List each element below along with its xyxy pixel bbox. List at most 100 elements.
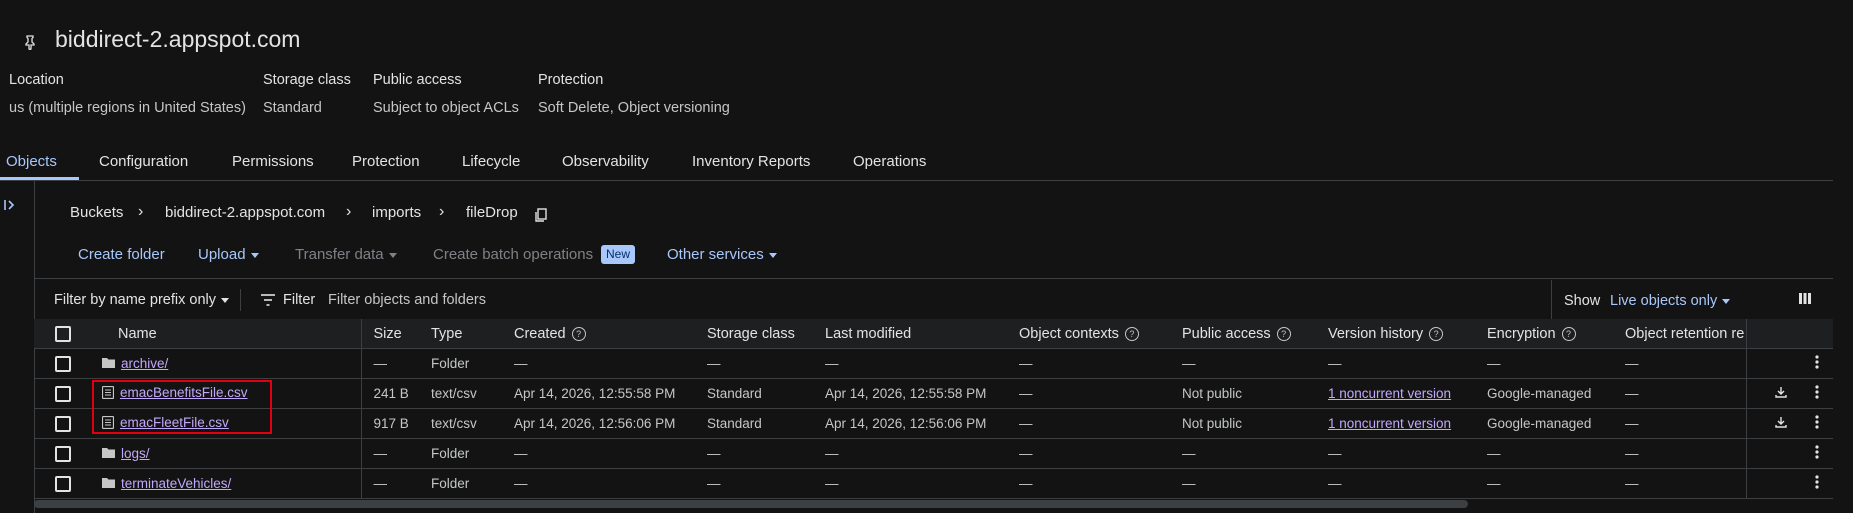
tab-configuration[interactable]: Configuration <box>99 153 188 170</box>
meta-value: Soft Delete, Object versioning <box>538 100 730 116</box>
type-cell: text/csv <box>429 408 512 439</box>
type-cell: text/csv <box>429 378 512 409</box>
chevron-right-icon: › <box>346 203 352 220</box>
filter-icon[interactable] <box>260 293 276 307</box>
object-contexts-cell: — <box>1017 438 1180 469</box>
copy-icon[interactable] <box>534 208 548 223</box>
column-display-icon[interactable] <box>1798 292 1812 305</box>
transfer-data-button[interactable]: Transfer data <box>295 246 397 263</box>
row-checkbox[interactable] <box>55 445 71 462</box>
filter-prefix-dropdown[interactable]: Filter by name prefix only <box>54 292 229 308</box>
help-icon[interactable]: ? <box>1276 326 1291 341</box>
row-checkbox[interactable] <box>55 355 71 372</box>
col-header-object-contexts[interactable]: Object contexts? <box>1017 319 1180 349</box>
create-folder-button[interactable]: Create folder <box>78 246 165 263</box>
object-contexts-cell: — <box>1017 468 1180 499</box>
show-dropdown[interactable]: Live objects only <box>1610 293 1731 309</box>
tab-operations[interactable]: Operations <box>853 153 926 170</box>
other-services-button[interactable]: Other services <box>667 246 777 263</box>
more-options-icon[interactable] <box>1815 355 1819 372</box>
object-name-link[interactable]: archive/ <box>121 356 168 371</box>
download-icon[interactable] <box>1775 416 1787 431</box>
col-header-type[interactable]: Type <box>429 319 512 349</box>
actions-cell <box>1745 438 1833 469</box>
last-modified-cell: Apr 14, 2026, 12:56:06 PM <box>823 408 1017 439</box>
tab-protection[interactable]: Protection <box>352 153 420 170</box>
object-contexts-cell: — <box>1017 378 1180 409</box>
pin-icon[interactable] <box>22 34 38 50</box>
col-header-version-history-label: Version history <box>1328 325 1424 342</box>
expand-panel-icon[interactable] <box>3 198 17 212</box>
upload-label: Upload <box>198 246 246 263</box>
col-header-last-modified[interactable]: Last modified <box>823 319 1017 349</box>
tab-objects[interactable]: Objects <box>6 153 57 170</box>
col-header-retention[interactable]: Object retention re <box>1623 319 1746 349</box>
table-row[interactable]: terminateVehicles/— Folder — — — — — — — — <box>34 468 1833 499</box>
help-icon[interactable]: ? <box>1429 326 1444 341</box>
type-cell: Folder <box>429 468 512 499</box>
tab-lifecycle[interactable]: Lifecycle <box>462 153 520 170</box>
filter-input[interactable] <box>326 287 730 313</box>
tab-observability[interactable]: Observability <box>562 153 649 170</box>
tab-permissions[interactable]: Permissions <box>232 153 314 170</box>
caret-down-icon <box>768 252 777 258</box>
folder-icon <box>102 476 115 491</box>
col-header-version-history[interactable]: Version history? <box>1326 319 1485 349</box>
chevron-right-icon: › <box>439 203 445 220</box>
col-header-storage-class[interactable]: Storage class <box>705 319 823 349</box>
more-options-icon[interactable] <box>1815 415 1819 432</box>
filter-bar: Filter by name prefix only Filter Show L… <box>34 278 1833 321</box>
object-name-link[interactable]: logs/ <box>121 446 150 461</box>
version-history-link[interactable]: 1 noncurrent version <box>1328 416 1451 431</box>
breadcrumb-imports[interactable]: imports <box>372 204 421 221</box>
create-batch-operations-button[interactable]: Create batch operations <box>433 246 593 263</box>
row-checkbox[interactable] <box>55 415 71 432</box>
row-checkbox[interactable] <box>55 385 71 402</box>
breadcrumb-buckets[interactable]: Buckets <box>70 204 123 221</box>
col-header-name[interactable]: Name <box>88 319 361 349</box>
col-header-encryption-label: Encryption <box>1487 325 1556 342</box>
row-select-cell <box>34 438 88 469</box>
public-access-cell: Not public <box>1180 408 1326 439</box>
upload-button[interactable]: Upload <box>198 246 259 263</box>
download-icon[interactable] <box>1775 386 1787 401</box>
more-options-icon[interactable] <box>1815 475 1819 492</box>
version-history-link[interactable]: 1 noncurrent version <box>1328 386 1451 401</box>
name-cell: terminateVehicles/ <box>88 468 361 499</box>
other-services-label: Other services <box>667 246 764 263</box>
breadcrumb-bucket[interactable]: biddirect-2.appspot.com <box>165 204 325 221</box>
help-icon[interactable]: ? <box>1124 326 1139 341</box>
table-row[interactable]: archive/— Folder — — — — — — — — <box>34 348 1833 379</box>
col-header-size[interactable]: Size <box>360 319 429 349</box>
meta-label: Public access <box>373 72 462 88</box>
public-access-cell: Not public <box>1180 378 1326 409</box>
col-header-encryption[interactable]: Encryption? <box>1485 319 1623 349</box>
col-header-created[interactable]: Created? <box>512 319 705 349</box>
help-icon[interactable]: ? <box>1561 326 1576 341</box>
tab-bar: Objects Configuration Permissions Protec… <box>0 146 1833 181</box>
filter-label[interactable]: Filter <box>283 292 315 308</box>
storage-class-cell: — <box>705 438 823 469</box>
divider <box>240 289 241 311</box>
help-icon[interactable]: ? <box>571 326 586 341</box>
select-all-checkbox[interactable] <box>55 325 71 342</box>
encryption-cell: Google-managed <box>1485 408 1623 439</box>
more-options-icon[interactable] <box>1815 445 1819 462</box>
actions-cell <box>1745 378 1833 409</box>
table-row[interactable]: emacBenefitsFile.csv 241 Btext/csv Apr 14,… <box>34 378 1833 409</box>
col-header-public-access[interactable]: Public access? <box>1180 319 1326 349</box>
row-checkbox[interactable] <box>55 475 71 492</box>
table-row[interactable]: logs/— Folder — — — — — — — — <box>34 438 1833 469</box>
version-history-cell: — <box>1326 438 1485 469</box>
public-access-cell: — <box>1180 348 1326 379</box>
tab-inventory-reports[interactable]: Inventory Reports <box>692 153 810 170</box>
bucket-title: biddirect-2.appspot.com <box>55 26 301 52</box>
more-options-icon[interactable] <box>1815 385 1819 402</box>
table-row[interactable]: emacFleetFile.csv 917 Btext/csv Apr 14, 20… <box>34 408 1833 439</box>
name-cell: logs/ <box>88 438 361 469</box>
horizontal-scrollbar[interactable] <box>34 500 1468 508</box>
side-panel-toggle[interactable] <box>0 181 35 513</box>
object-name-link[interactable]: terminateVehicles/ <box>121 476 231 491</box>
meta-label: Protection <box>538 72 604 88</box>
meta-label: Location <box>9 72 64 88</box>
